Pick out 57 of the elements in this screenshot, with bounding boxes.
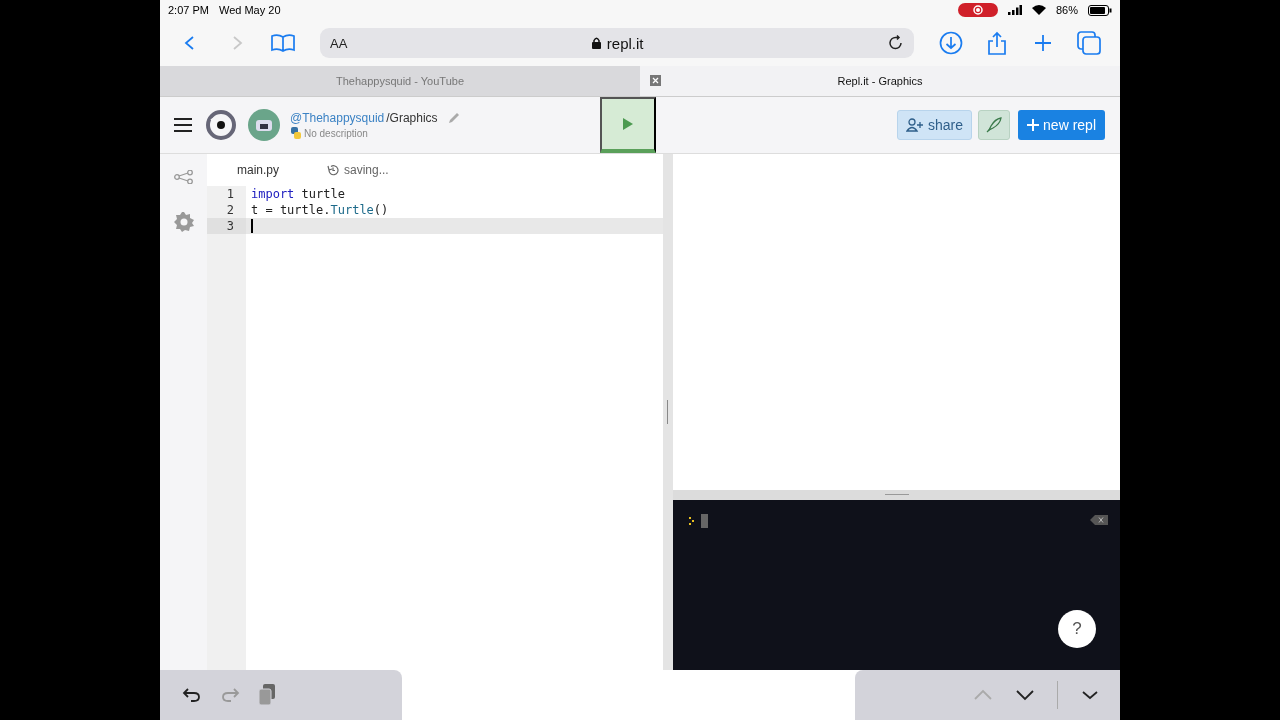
code-line: import turtle [250, 187, 345, 201]
status-date: Wed May 20 [218, 4, 281, 16]
reload-icon[interactable] [888, 35, 904, 51]
file-tab[interactable]: main.py [207, 154, 309, 186]
text-cursor [251, 219, 253, 233]
line-number: 3 [207, 218, 246, 234]
battery-icon [1088, 4, 1112, 16]
line-number: 2 [225, 203, 235, 217]
console-resize-handle[interactable] [673, 490, 1120, 500]
owner-link[interactable]: @Thehappysquid [290, 111, 385, 125]
signal-icon [1007, 5, 1022, 15]
share-button[interactable]: share [897, 110, 973, 140]
deploy-button[interactable] [978, 110, 1011, 140]
add-person-icon [906, 118, 925, 132]
new-tab-icon[interactable] [1034, 34, 1052, 52]
share-icon[interactable] [987, 31, 1007, 55]
text-size-button[interactable]: AA [330, 35, 348, 51]
console[interactable]: ? [673, 500, 1120, 670]
play-icon [623, 118, 633, 130]
status-time: 2:07 PM [168, 4, 209, 16]
share-nodes-icon[interactable] [173, 170, 194, 184]
splitter-handle-icon[interactable] [667, 400, 669, 424]
save-status: saving... [344, 163, 389, 177]
repl-description: No description [304, 127, 368, 139]
prompt-icon [689, 517, 695, 525]
address-bar[interactable]: AA repl.it [320, 28, 914, 58]
undo-icon[interactable] [182, 688, 202, 702]
console-cursor [701, 514, 708, 528]
help-button[interactable]: ? [1058, 610, 1096, 648]
code-line: t = turtle.Turtle() [250, 203, 389, 217]
browser-tab[interactable]: Repl.it - Graphics [640, 66, 1120, 96]
python-icon [290, 127, 302, 139]
address-text: repl.it [606, 34, 644, 52]
dismiss-keyboard-icon[interactable] [1080, 688, 1100, 702]
wifi-icon [1031, 5, 1046, 15]
history-icon [327, 164, 339, 176]
clear-icon[interactable] [1090, 515, 1108, 525]
avatar[interactable] [248, 109, 280, 141]
plus-icon [1027, 119, 1040, 131]
new-repl-button[interactable]: new repl [1018, 110, 1105, 140]
redo-icon[interactable] [220, 688, 240, 702]
settings-icon[interactable] [173, 212, 194, 232]
close-icon[interactable] [650, 75, 661, 86]
tabs-icon[interactable] [1077, 31, 1101, 55]
lock-icon [591, 37, 601, 49]
repl-name: /Graphics [386, 111, 438, 125]
chevron-down-icon[interactable] [1015, 688, 1035, 702]
pencil-icon[interactable] [447, 112, 460, 124]
download-icon[interactable] [939, 31, 963, 55]
run-button[interactable] [600, 97, 656, 153]
line-number: 1 [225, 187, 235, 201]
battery-percent: 86% [1055, 4, 1078, 16]
clipboard-icon[interactable] [258, 684, 276, 706]
logo-icon[interactable] [206, 110, 236, 140]
book-icon[interactable] [271, 34, 295, 52]
recording-indicator [957, 3, 998, 17]
menu-icon[interactable] [174, 118, 192, 132]
